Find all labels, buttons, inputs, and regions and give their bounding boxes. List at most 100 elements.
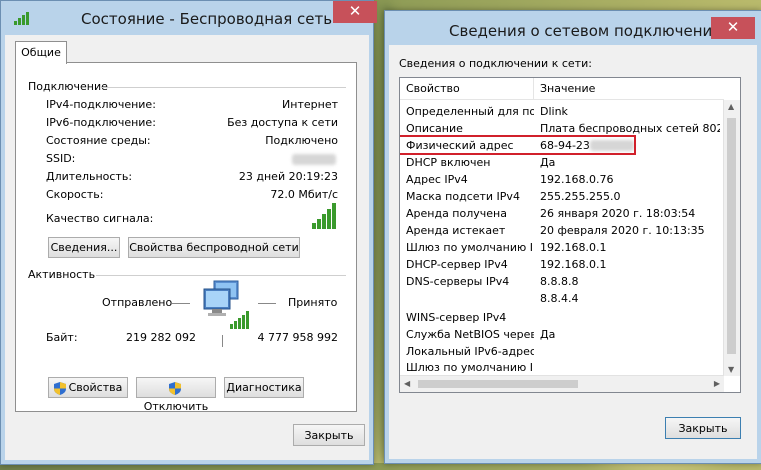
value-cell: 8.8.4.4 bbox=[540, 292, 579, 305]
duration-value: 23 дней 20:19:23 bbox=[238, 170, 338, 183]
details-button[interactable]: Сведения... bbox=[48, 237, 120, 258]
value-cell: 20 февраля 2020 г. 10:13:35 bbox=[540, 224, 705, 237]
value-cell: 8.8.8.8 bbox=[540, 275, 579, 288]
ipv4-label: IPv4-подключение: bbox=[46, 98, 156, 111]
sent-label: Отправлено bbox=[102, 296, 173, 309]
scroll-up-arrow-icon[interactable]: ▲ bbox=[728, 102, 734, 111]
media-state-value: Подключено bbox=[265, 134, 338, 147]
list-item[interactable]: Локальный IPv6-адрес... bbox=[400, 343, 720, 359]
property-cell: Аренда получена bbox=[406, 207, 507, 220]
uac-shield-icon bbox=[53, 381, 66, 395]
signal-bar bbox=[332, 203, 336, 229]
close-button[interactable]: Закрыть bbox=[665, 417, 741, 439]
details-list[interactable]: Свойство Значение Определенный для по...… bbox=[399, 77, 741, 393]
signal-bar bbox=[238, 318, 241, 329]
vertical-scroll-thumb[interactable] bbox=[727, 118, 736, 354]
list-item[interactable]: Аренда истекает 20 февраля 2020 г. 10:13:… bbox=[400, 222, 720, 239]
list-item[interactable]: DHCP включен Да bbox=[400, 154, 720, 171]
signal-bar bbox=[322, 214, 326, 229]
horizontal-scrollbar[interactable]: ◀ ▶ bbox=[400, 375, 724, 392]
bytes-sent-value: 219 282 092 bbox=[126, 331, 196, 344]
divider bbox=[102, 87, 346, 88]
list-item[interactable]: Аренда получена 26 января 2020 г. 18:03:5… bbox=[400, 205, 720, 222]
close-button[interactable]: Закрыть bbox=[293, 424, 365, 446]
property-cell: Локальный IPv6-адрес... bbox=[406, 345, 534, 358]
signal-bar bbox=[246, 311, 249, 329]
property-cell: Шлюз по умолчанию IP... bbox=[406, 361, 534, 374]
media-state-label: Состояние среды: bbox=[46, 134, 151, 147]
tab-general[interactable]: Общие bbox=[15, 41, 67, 64]
list-item[interactable]: Определенный для по... Dlink bbox=[400, 103, 720, 120]
signal-bar bbox=[242, 315, 245, 329]
divider bbox=[96, 275, 346, 276]
value-cell: Да bbox=[540, 328, 556, 341]
vertical-scrollbar[interactable]: ▲ ▼ bbox=[723, 100, 740, 376]
uac-shield-icon bbox=[168, 381, 181, 395]
ssid-label: SSID: bbox=[46, 152, 76, 165]
disable-button[interactable]: Отключить bbox=[136, 377, 216, 413]
horizontal-scroll-thumb[interactable] bbox=[418, 380, 578, 388]
list-item[interactable]: Маска подсети IPv4 255.255.255.0 bbox=[400, 188, 720, 205]
scroll-left-arrow-icon[interactable]: ◀ bbox=[404, 379, 410, 388]
diagnostics-button[interactable]: Диагностика bbox=[224, 377, 304, 398]
property-cell: Адрес IPv4 bbox=[406, 173, 468, 186]
property-cell: WINS-сервер IPv4 bbox=[406, 311, 507, 324]
general-tab-panel: Подключение IPv4-подключение: Интернет I… bbox=[15, 62, 357, 413]
list-item[interactable]: Адрес IPv4 192.168.0.76 bbox=[400, 171, 720, 188]
list-item[interactable]: Шлюз по умолчанию IP... bbox=[400, 359, 720, 376]
status-client-area: Общие Подключение IPv4-подключение: Инте… bbox=[5, 35, 369, 460]
window-title: Состояние - Беспроводная сеть bbox=[81, 10, 333, 28]
value-cell: 255.255.255.0 bbox=[540, 190, 621, 203]
list-item[interactable]: DHCP-сервер IPv4 192.168.0.1 bbox=[400, 256, 720, 273]
details-window-titlebar[interactable]: Сведения о сетевом подключении ✕ bbox=[385, 11, 761, 45]
wireless-properties-button[interactable]: Свойства беспроводной сети bbox=[128, 237, 300, 258]
list-item[interactable]: 8.8.4.4 bbox=[400, 290, 720, 307]
column-header-value[interactable]: Значение bbox=[534, 78, 724, 100]
properties-button-label: Свойства bbox=[68, 381, 123, 394]
ssid-value-redacted bbox=[292, 154, 336, 165]
signal-strength-icon bbox=[312, 203, 338, 229]
properties-button[interactable]: Свойства bbox=[48, 377, 128, 398]
connection-group-header: Подключение bbox=[28, 80, 108, 93]
value-cell: Да bbox=[540, 156, 556, 169]
scroll-down-arrow-icon[interactable]: ▼ bbox=[728, 365, 734, 374]
duration-label: Длительность: bbox=[46, 170, 133, 183]
bytes-received-value: 4 777 958 992 bbox=[257, 331, 338, 344]
details-client-area: Сведения о подключении к сети: Свойство … bbox=[389, 45, 757, 459]
physical-address-highlight bbox=[400, 135, 636, 155]
speed-label: Скорость: bbox=[46, 188, 104, 201]
disable-button-label: Отключить bbox=[143, 400, 209, 413]
status-window: Состояние - Беспроводная сеть ✕ Общие По… bbox=[0, 0, 377, 465]
value-cell: 192.168.0.1 bbox=[540, 258, 607, 271]
scroll-right-arrow-icon[interactable]: ▶ bbox=[714, 379, 720, 388]
close-window-button[interactable]: ✕ bbox=[711, 17, 755, 39]
received-dash bbox=[258, 303, 276, 304]
status-window-titlebar[interactable]: Состояние - Беспроводная сеть ✕ bbox=[1, 1, 377, 35]
ipv4-value: Интернет bbox=[282, 98, 338, 111]
received-label: Принято bbox=[288, 296, 338, 309]
list-item[interactable]: DNS-серверы IPv4 8.8.8.8 bbox=[400, 273, 720, 290]
list-item[interactable]: Служба NetBIOS черев... Да bbox=[400, 326, 720, 343]
signal-quality-label: Качество сигнала: bbox=[46, 212, 154, 225]
ipv6-label: IPv6-подключение: bbox=[46, 116, 156, 129]
value-cell: 26 января 2020 г. 18:03:54 bbox=[540, 207, 696, 220]
connection-details-window: Сведения о сетевом подключении ✕ Сведени… bbox=[384, 10, 761, 464]
column-header-property[interactable]: Свойство bbox=[400, 78, 534, 100]
wifi-signal-icon bbox=[14, 12, 29, 25]
property-cell: DNS-серверы IPv4 bbox=[406, 275, 510, 288]
value-cell: 192.168.0.1 bbox=[540, 241, 607, 254]
property-cell: DHCP включен bbox=[406, 156, 491, 169]
activity-signal-icon bbox=[230, 311, 250, 329]
speed-value: 72.0 Мбит/с bbox=[270, 188, 338, 201]
signal-bar bbox=[234, 321, 237, 329]
list-item[interactable]: WINS-сервер IPv4 bbox=[400, 309, 720, 326]
property-cell: Маска подсети IPv4 bbox=[406, 190, 520, 203]
signal-bar bbox=[312, 223, 316, 229]
property-cell: Определенный для по... bbox=[406, 105, 534, 118]
value-cell: 192.168.0.76 bbox=[540, 173, 614, 186]
close-window-button[interactable]: ✕ bbox=[333, 1, 377, 23]
value-cell: Dlink bbox=[540, 105, 568, 118]
list-item[interactable]: Шлюз по умолчанию IP... 192.168.0.1 bbox=[400, 239, 720, 256]
activity-group-header: Активность bbox=[28, 268, 96, 281]
property-cell: Служба NetBIOS черев... bbox=[406, 328, 534, 341]
